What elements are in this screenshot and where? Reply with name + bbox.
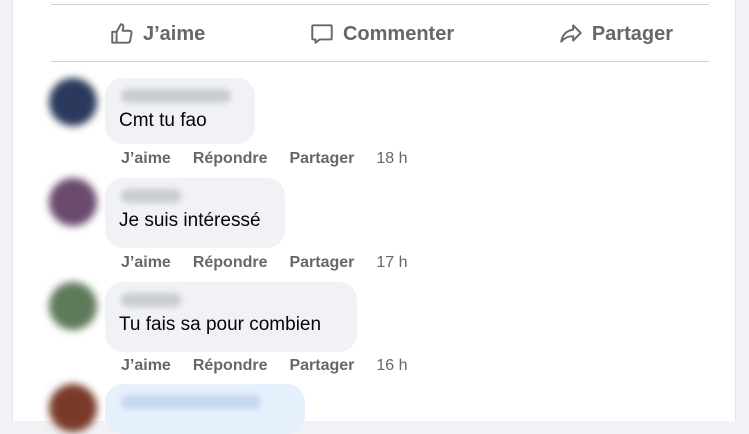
comment-share-link[interactable]: Partager bbox=[289, 150, 354, 168]
avatar[interactable] bbox=[49, 384, 97, 432]
like-button-label: J’aime bbox=[143, 22, 206, 45]
comment-timestamp[interactable]: 16 h bbox=[376, 357, 407, 375]
comment-button[interactable]: Commenter bbox=[309, 21, 454, 47]
comment-reply-link[interactable]: Répondre bbox=[193, 254, 268, 272]
comment-reply-link[interactable]: Répondre bbox=[193, 150, 268, 168]
comment-icon bbox=[311, 24, 333, 44]
comment-like-link[interactable]: J’aime bbox=[121, 254, 171, 272]
comment-like-link[interactable]: J’aime bbox=[121, 357, 171, 375]
comment-reply-link[interactable]: Répondre bbox=[193, 357, 268, 375]
comment-share-link[interactable]: Partager bbox=[289, 357, 354, 375]
comment-author-name[interactable] bbox=[121, 89, 231, 103]
avatar[interactable] bbox=[49, 78, 97, 126]
like-button[interactable]: J’aime bbox=[109, 21, 205, 47]
comment-like-link[interactable]: J’aime bbox=[121, 150, 171, 168]
comment-bubble: Tu fais sa pour combien bbox=[105, 282, 357, 352]
comment-author-name[interactable] bbox=[121, 189, 181, 203]
comment-timestamp[interactable]: 17 h bbox=[376, 254, 407, 272]
comment-author-name[interactable] bbox=[121, 293, 181, 307]
comment-author-name[interactable] bbox=[121, 395, 261, 409]
post-action-bar: J’aime Commenter Partager bbox=[51, 6, 709, 62]
comment-button-label: Commenter bbox=[342, 22, 455, 45]
comment-share-link[interactable]: Partager bbox=[289, 254, 354, 272]
comment-timestamp[interactable]: 18 h bbox=[376, 150, 407, 168]
share-arrow-icon bbox=[560, 24, 582, 43]
share-button[interactable]: Partager bbox=[558, 21, 673, 47]
post-card: J’aime Commenter Partager Cmt tu fao J’a… bbox=[12, 0, 736, 434]
share-button-label: Partager bbox=[591, 22, 673, 45]
comment-text: Je suis intéressé bbox=[119, 210, 261, 231]
comment-actions: J’aime Répondre Partager 17 h bbox=[121, 254, 408, 272]
comment-text: Tu fais sa pour combien bbox=[119, 314, 322, 335]
divider-top bbox=[51, 4, 709, 5]
comment-actions: J’aime Répondre Partager 16 h bbox=[121, 357, 408, 375]
comment-bubble bbox=[105, 384, 305, 434]
comment-text: Cmt tu fao bbox=[119, 110, 207, 131]
thumbs-up-icon bbox=[111, 23, 133, 44]
divider-bottom bbox=[51, 61, 709, 62]
comment-bubble: Je suis intéressé bbox=[105, 178, 285, 248]
comment-bubble: Cmt tu fao bbox=[105, 78, 255, 144]
avatar[interactable] bbox=[49, 178, 97, 226]
comment-actions: J’aime Répondre Partager 18 h bbox=[121, 150, 408, 168]
avatar[interactable] bbox=[49, 282, 97, 330]
